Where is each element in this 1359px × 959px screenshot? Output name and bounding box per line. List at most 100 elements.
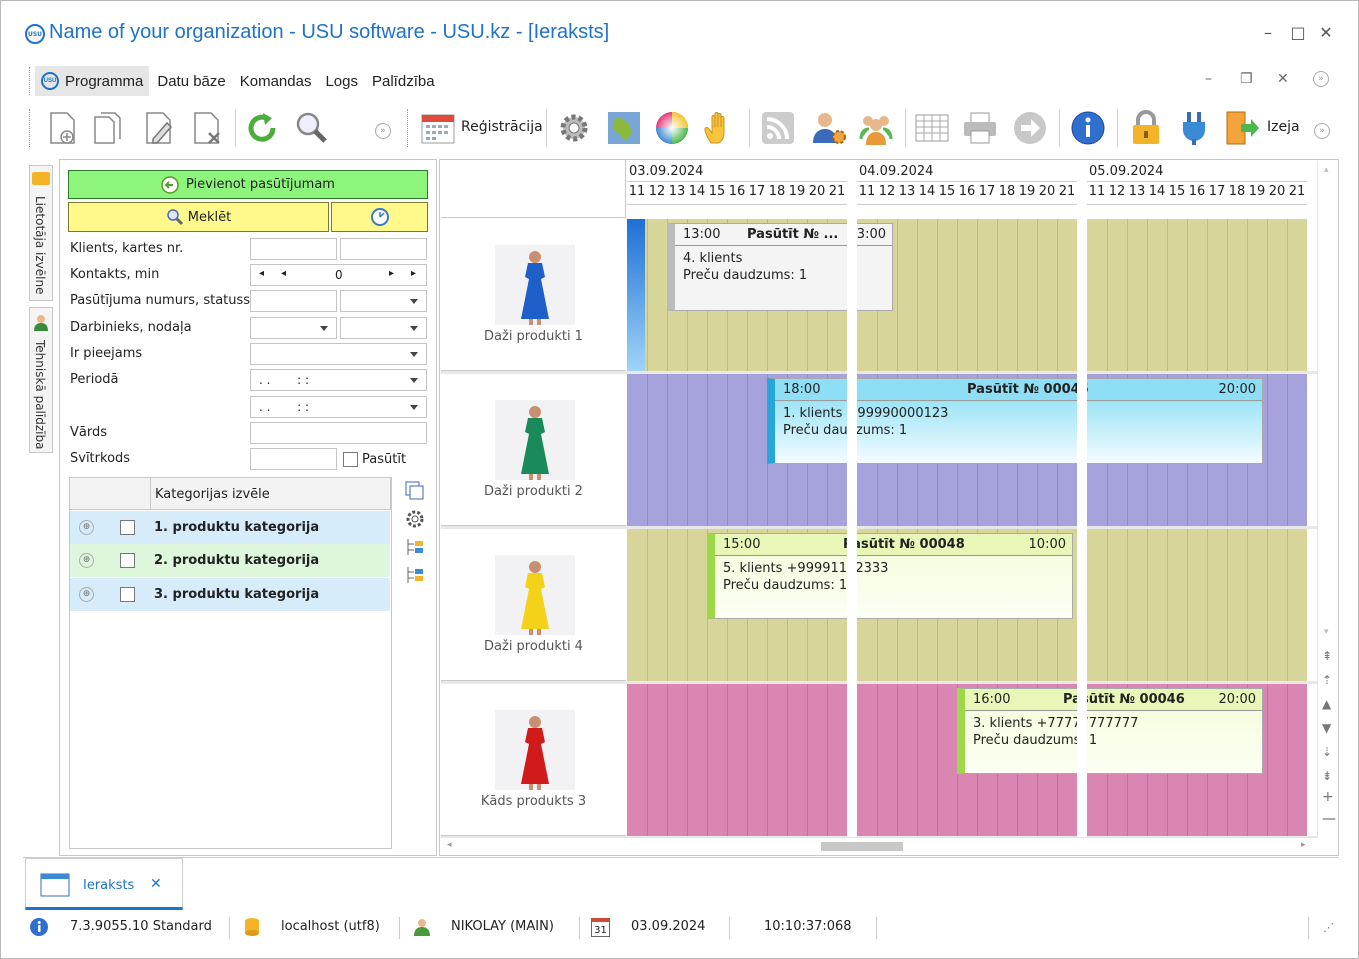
add-to-order-button[interactable]: Pievienot pasūtījumam <box>68 170 428 199</box>
table-icon[interactable] <box>913 109 951 147</box>
order-card[interactable]: 18:00 Pasūtīt № 00045 20:00 1. klients +… <box>767 378 1263 464</box>
product-cell[interactable]: Daži produkti 2 <box>441 374 626 526</box>
product-cell[interactable]: Daži produkti 4 <box>441 529 626 681</box>
plugin-icon[interactable] <box>1175 109 1213 147</box>
forward-icon[interactable] <box>1011 109 1049 147</box>
lock-icon[interactable] <box>1127 109 1165 147</box>
contact-value: 0 <box>335 268 343 282</box>
minimize-icon[interactable]: – <box>1257 23 1279 42</box>
contact-spinner[interactable]: ◂ ◂ 0 ▸ ▸ <box>250 264 427 286</box>
menu-logs[interactable]: Logs <box>319 67 364 96</box>
info-icon[interactable] <box>1069 109 1107 147</box>
scroll-bottom-icon[interactable]: ⇟ <box>1322 769 1332 783</box>
delete-icon[interactable] <box>187 109 225 147</box>
collapse-tree-icon[interactable] <box>404 564 426 586</box>
close-icon[interactable]: ✕ <box>1315 23 1337 42</box>
mdi-restore-icon[interactable]: ❐ <box>1240 71 1253 87</box>
rss-icon[interactable] <box>759 109 797 147</box>
card-number-input[interactable] <box>340 238 427 260</box>
zoom-in-icon[interactable]: + <box>1322 789 1334 805</box>
menu-datu-baze[interactable]: Datu bāze <box>151 67 231 96</box>
category-checkbox[interactable] <box>120 587 135 602</box>
category-item[interactable]: ⊕ 1. produktu kategorija <box>70 511 390 544</box>
spin-next-icon[interactable]: ▸ <box>389 268 394 279</box>
department-select[interactable] <box>340 317 427 339</box>
expand-row-icon[interactable]: ⊕ <box>79 520 94 535</box>
tab-close-icon[interactable]: ✕ <box>150 876 162 892</box>
spin-prev-icon[interactable]: ◂ <box>281 268 286 279</box>
spin-first-icon[interactable]: ◂ <box>259 268 264 279</box>
scroll-top-icon[interactable]: ⇞ <box>1322 649 1332 663</box>
status-time: 10:10:37:068 <box>764 919 852 934</box>
contact-label: Kontakts, min <box>70 267 160 282</box>
refresh-icon[interactable] <box>243 109 281 147</box>
order-card[interactable]: 13:00 Pasūtīt № ... 13:00 4. klients Pre… <box>667 223 893 311</box>
calendar-icon[interactable] <box>419 109 457 147</box>
spin-last-icon[interactable]: ▸ <box>411 268 416 279</box>
expand-row-icon[interactable]: ⊕ <box>79 587 94 602</box>
edit-icon[interactable] <box>139 109 177 147</box>
mdi-minimize-icon[interactable]: – <box>1205 71 1212 87</box>
zoom-out-icon[interactable]: — <box>1322 811 1336 827</box>
expand-tree-icon[interactable] <box>404 536 426 558</box>
search-icon[interactable] <box>293 109 331 147</box>
period-from-input[interactable]: . . : : <box>250 369 427 391</box>
period-to-input[interactable]: . . : : <box>250 396 427 418</box>
day-row-cells[interactable] <box>1087 219 1307 371</box>
order-number-input[interactable] <box>250 290 337 312</box>
category-item[interactable]: ⊕ 2. produktu kategorija <box>70 544 390 577</box>
scroll-page-down-icon[interactable]: ⇣ <box>1322 745 1332 759</box>
copy-icon[interactable] <box>89 109 127 147</box>
maximize-icon[interactable]: □ <box>1287 23 1309 42</box>
available-select[interactable] <box>250 343 427 365</box>
copy-list-icon[interactable] <box>404 480 426 502</box>
vertical-scrollbar[interactable]: ▴ ▾ ⇞ ⇡ ▲ ▼ ⇣ ⇟ + — <box>1317 161 1337 837</box>
exit-label[interactable]: Izeja <box>1267 119 1300 135</box>
category-checkbox[interactable] <box>120 520 135 535</box>
registration-label[interactable]: Reģistrācija <box>461 119 543 135</box>
toolbar-overflow-icon[interactable]: » <box>375 123 391 139</box>
day-row-cells[interactable] <box>627 684 847 836</box>
scroll-down-icon[interactable]: ▼ <box>1322 721 1331 735</box>
menu-palidziba[interactable]: Palīdzība <box>366 67 441 96</box>
mdi-close-icon[interactable]: ✕ <box>1277 71 1289 87</box>
tab-ieraksts[interactable]: Ieraksts ✕ <box>25 858 183 910</box>
barcode-input[interactable] <box>250 448 337 470</box>
exit-icon[interactable] <box>1223 109 1261 147</box>
horizontal-scroll-thumb[interactable] <box>821 842 903 851</box>
clock-button[interactable] <box>331 202 428 232</box>
scroll-page-up-icon[interactable]: ⇡ <box>1322 673 1332 687</box>
settings-small-icon[interactable] <box>404 508 426 530</box>
menu-komandas[interactable]: Komandas <box>234 67 318 96</box>
toolbar-overflow-icon-2[interactable]: » <box>1314 123 1330 139</box>
menu-overflow-icon[interactable]: » <box>1313 71 1329 87</box>
user-settings-icon[interactable] <box>809 109 847 147</box>
category-item[interactable]: ⊕ 3. produktu kategorija <box>70 578 390 611</box>
client-input[interactable] <box>250 238 337 260</box>
menu-programma[interactable]: USU Programma <box>35 66 150 96</box>
search-button[interactable]: Meklēt <box>68 202 329 232</box>
scroll-up-icon[interactable]: ▲ <box>1322 697 1331 711</box>
new-record-icon[interactable] <box>43 109 81 147</box>
order-card[interactable]: 15:00 Pasūtīt № 00048 10:00 5. klients +… <box>707 533 1073 619</box>
settings-icon[interactable] <box>555 109 593 147</box>
expand-row-icon[interactable]: ⊕ <box>79 553 94 568</box>
employee-select[interactable] <box>250 317 337 339</box>
horizontal-scrollbar[interactable]: ◂ ▸ <box>441 837 1317 855</box>
map-icon[interactable] <box>605 109 643 147</box>
users-group-icon[interactable] <box>857 109 895 147</box>
name-input[interactable] <box>250 422 427 444</box>
sidetab-user-menu[interactable]: Lietotāja izvēlne <box>29 165 53 301</box>
day-row-cells[interactable] <box>1087 529 1307 681</box>
product-cell[interactable]: Kāds produkts 3 <box>441 684 626 836</box>
hand-icon[interactable] <box>701 109 739 147</box>
order-status-select[interactable] <box>340 290 427 312</box>
sidetab-tech-help[interactable]: Tehniskā palīdzība <box>29 307 53 453</box>
product-cell[interactable]: Daži produkti 1 <box>441 219 626 371</box>
print-icon[interactable] <box>961 109 999 147</box>
category-checkbox[interactable] <box>120 553 135 568</box>
color-palette-icon[interactable] <box>653 109 691 147</box>
order-checkbox[interactable] <box>343 452 358 467</box>
order-card[interactable]: 16:00 Pasūtīt № 00046 20:00 3. klients +… <box>957 688 1263 774</box>
resize-grip-icon[interactable]: ⋰ <box>1323 921 1334 934</box>
